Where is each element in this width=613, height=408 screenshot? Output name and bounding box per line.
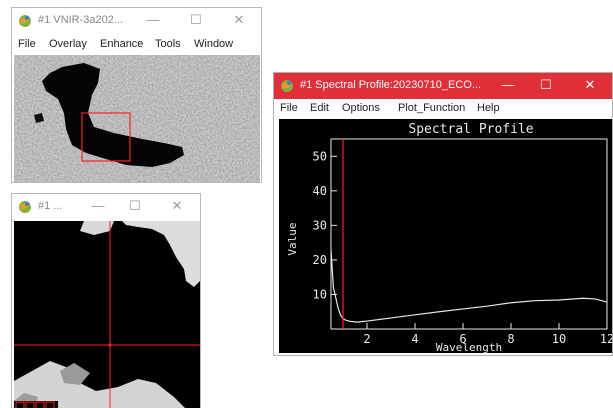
menu-window[interactable]: Window xyxy=(194,38,233,50)
image-display[interactable] xyxy=(14,55,260,182)
y-axis-label: Value xyxy=(286,222,299,255)
zoom-window-title: #1 ... xyxy=(38,200,63,212)
menu-overlay[interactable]: Overlay xyxy=(49,38,87,50)
spectral-profile-chart: Spectral Profile Value Wavelength 2 4 6 8 10… xyxy=(286,122,612,354)
menu-enhance[interactable]: Enhance xyxy=(100,38,143,50)
plot-area[interactable]: Spectral Profile Value Wavelength 2 4 6 8 10… xyxy=(279,119,612,354)
zoom-display[interactable] xyxy=(14,221,200,408)
chart-title: Spectral Profile xyxy=(408,122,533,137)
spectral-window-title: #1 Spectral Profile:20230710_ECO... xyxy=(300,79,482,91)
x-tick-label: 6 xyxy=(459,332,466,346)
y-tick-label: 40 xyxy=(313,184,327,198)
menu-options[interactable]: Options xyxy=(342,102,380,114)
plot-frame xyxy=(330,138,608,330)
envi-globe-icon xyxy=(281,80,293,92)
image-window: #1 VNIR-3a202... — ☐ ✕ File Overlay Enha… xyxy=(11,7,262,183)
maximize-button[interactable]: ☐ xyxy=(538,77,554,93)
x-tick-label: 2 xyxy=(363,332,370,346)
close-button[interactable]: ✕ xyxy=(582,77,598,93)
menu-edit[interactable]: Edit xyxy=(310,102,329,114)
envi-globe-icon xyxy=(19,15,31,27)
menu-help[interactable]: Help xyxy=(477,102,500,114)
maximize-button[interactable]: ☐ xyxy=(127,198,143,214)
close-button[interactable]: ✕ xyxy=(231,12,247,28)
spectral-profile-window: #1 Spectral Profile:20230710_ECO... — ☐ … xyxy=(273,72,613,356)
maximize-button[interactable]: ☐ xyxy=(188,12,204,28)
x-tick-label: 4 xyxy=(411,332,418,346)
image-window-menubar: File Overlay Enhance Tools Window xyxy=(12,38,261,54)
x-tick-label: 8 xyxy=(507,332,514,346)
close-button[interactable]: ✕ xyxy=(169,198,185,214)
crosshair-center xyxy=(108,343,112,347)
envi-globe-icon xyxy=(19,201,31,213)
menu-file[interactable]: File xyxy=(18,38,36,50)
minimize-button[interactable]: — xyxy=(90,198,106,214)
image-window-title: #1 VNIR-3a202... xyxy=(38,14,123,26)
satellite-image xyxy=(14,55,260,182)
x-axis-label: Wavelength xyxy=(436,341,502,353)
spectrum-line xyxy=(330,249,608,323)
spectral-window-titlebar[interactable]: #1 Spectral Profile:20230710_ECO... — ☐ … xyxy=(274,73,612,99)
y-tick-label: 10 xyxy=(313,287,327,301)
menu-tools[interactable]: Tools xyxy=(155,38,181,50)
y-tick-label: 50 xyxy=(313,149,327,163)
image-window-titlebar[interactable]: #1 VNIR-3a202... — ☐ ✕ xyxy=(12,8,261,34)
minimize-button[interactable]: — xyxy=(145,12,161,28)
y-tick-label: 30 xyxy=(313,218,327,232)
zoom-window: #1 ... — ☐ ✕ xyxy=(11,193,201,408)
x-tick-label: 12 xyxy=(600,332,612,346)
minimize-button[interactable]: — xyxy=(500,77,516,93)
menu-file[interactable]: File xyxy=(280,102,298,114)
spectral-window-menubar: File Edit Options Plot_Function Help xyxy=(274,102,612,118)
zoom-window-titlebar[interactable]: #1 ... — ☐ ✕ xyxy=(12,194,200,220)
x-tick-label: 10 xyxy=(552,332,566,346)
zoomed-image xyxy=(14,221,200,408)
y-tick-label: 20 xyxy=(313,253,327,267)
menu-plot-function[interactable]: Plot_Function xyxy=(398,102,465,114)
